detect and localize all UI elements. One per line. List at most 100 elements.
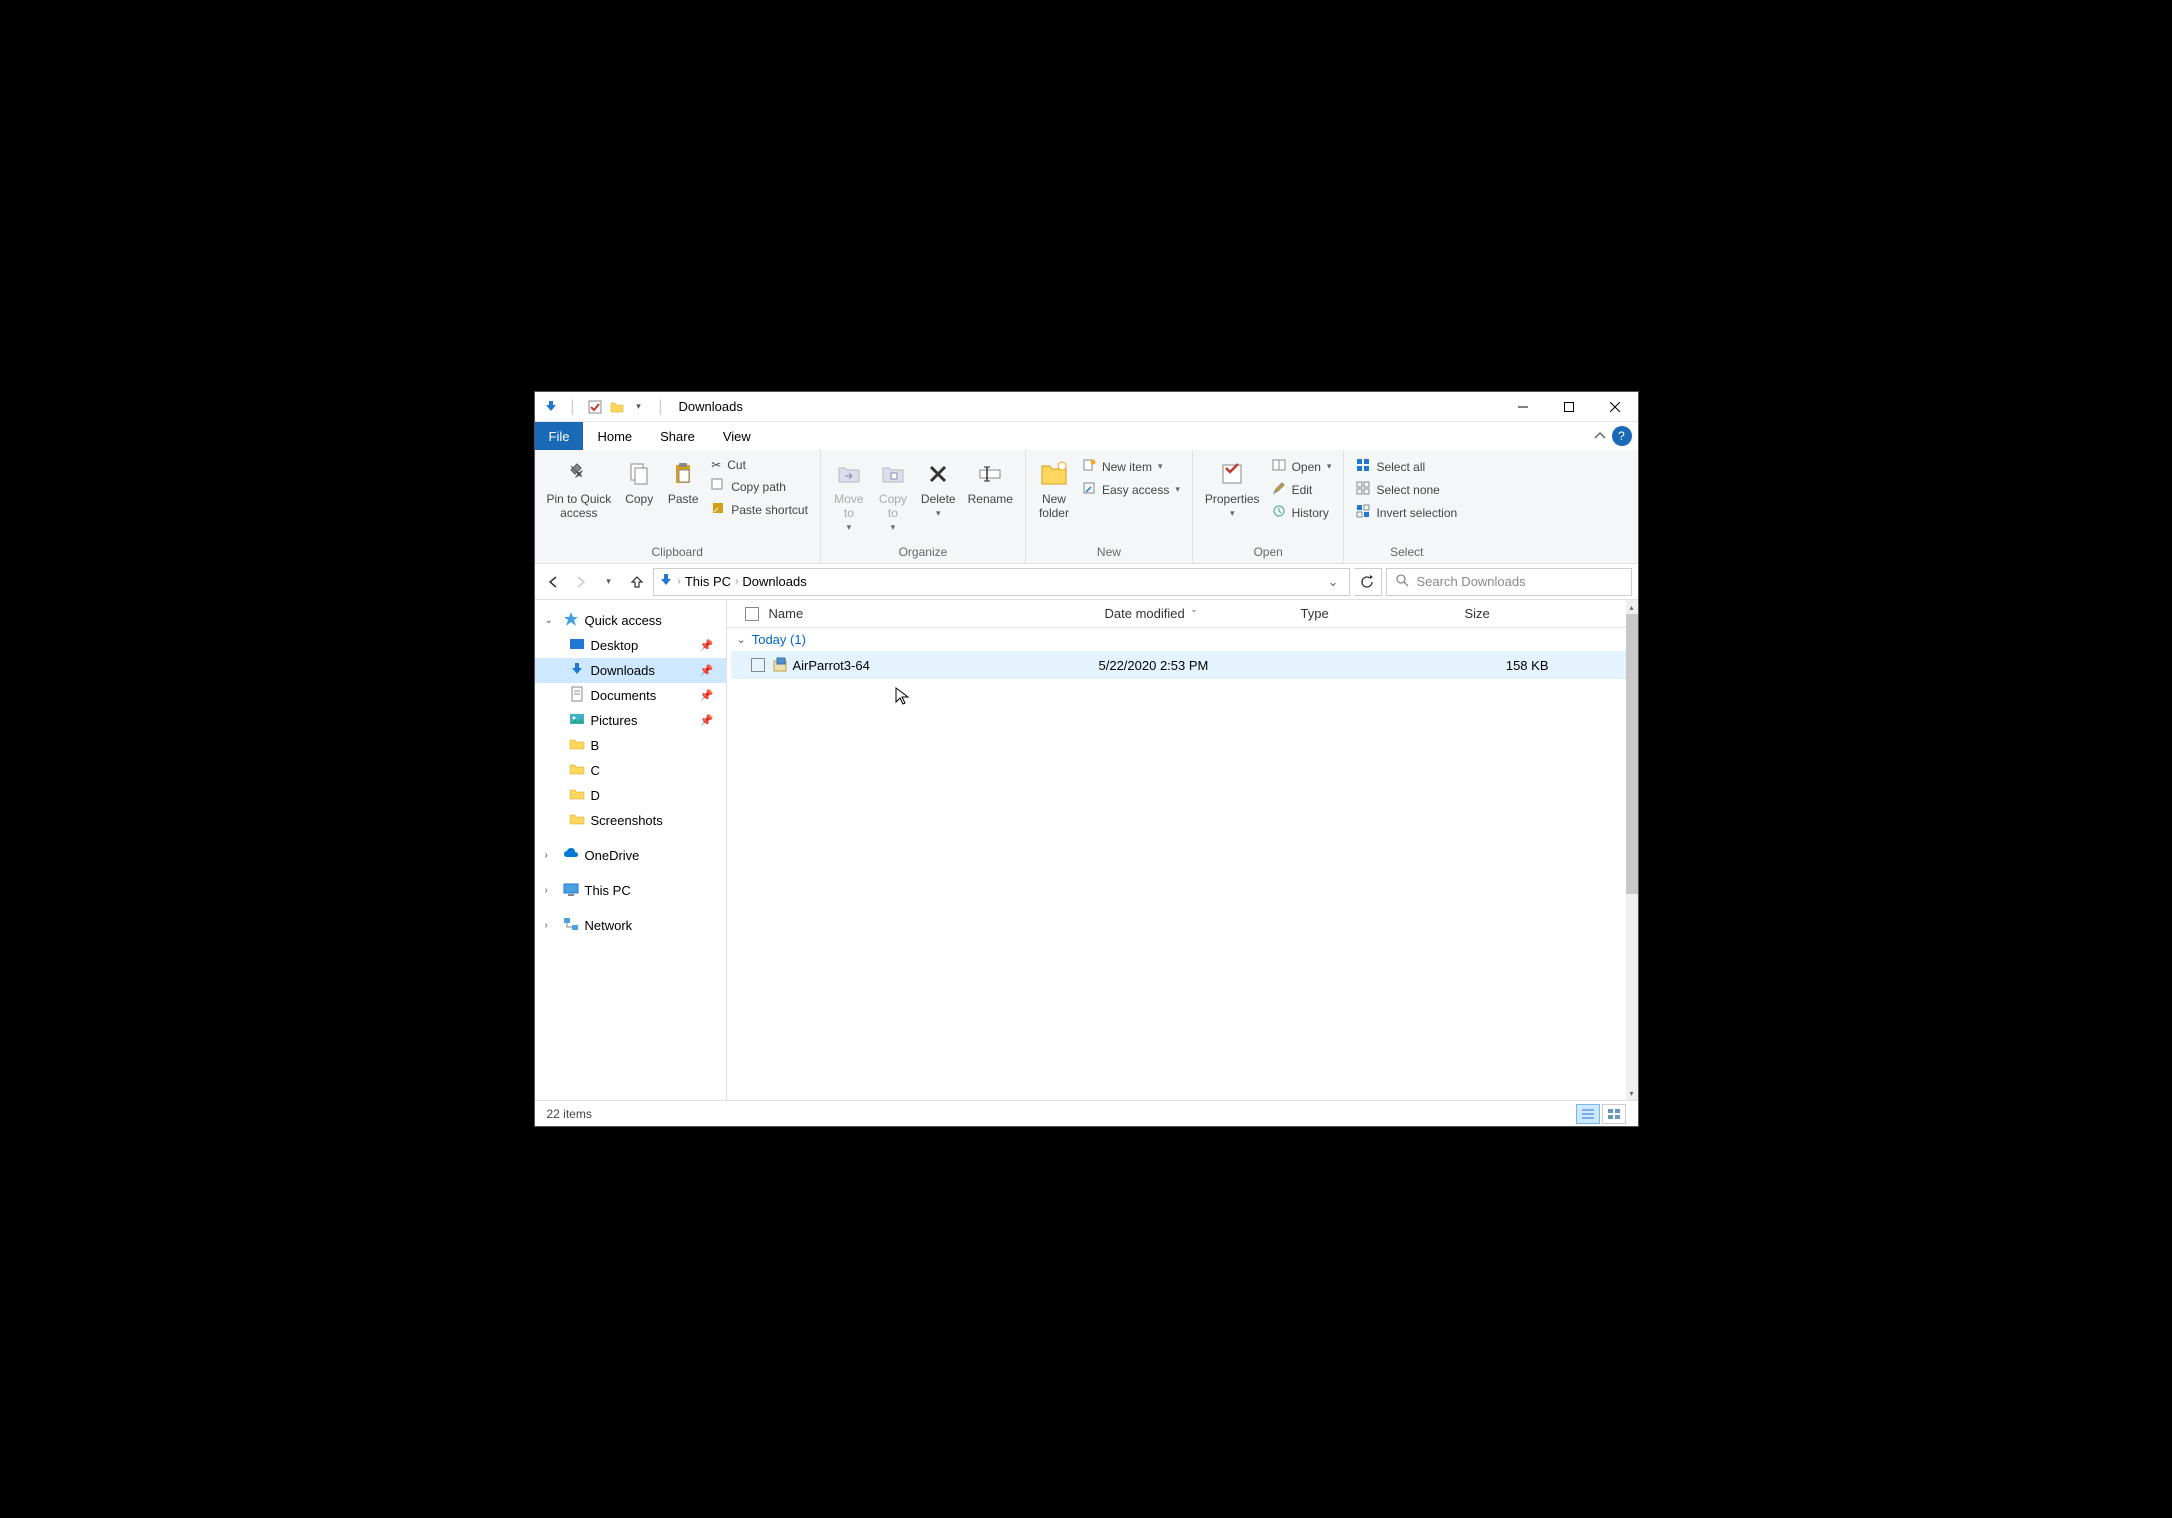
- new-folder-button[interactable]: New folder: [1032, 454, 1076, 524]
- minimize-button[interactable]: [1500, 392, 1546, 422]
- shortcut-icon: [711, 501, 725, 518]
- select-none-button[interactable]: Select none: [1352, 479, 1461, 500]
- chevron-right-icon[interactable]: ›: [545, 920, 557, 931]
- ribbon: Pin to Quick access Copy Paste ✂Cut Copy…: [535, 450, 1638, 564]
- down-arrow-icon[interactable]: [543, 399, 559, 415]
- copy-to-button[interactable]: Copy to▾: [871, 454, 915, 537]
- sidebar-item-quick-access[interactable]: ⌄ Quick access: [535, 608, 726, 633]
- back-button[interactable]: [541, 570, 565, 594]
- column-header-name[interactable]: Name: [727, 606, 1097, 621]
- scroll-down-icon[interactable]: ▾: [1626, 1086, 1638, 1100]
- tab-file[interactable]: File: [535, 422, 584, 450]
- breadcrumb-dropdown[interactable]: ⌄: [1322, 574, 1345, 590]
- pin-to-quick-access-button[interactable]: Pin to Quick access: [541, 454, 618, 524]
- tab-view[interactable]: View: [709, 422, 765, 450]
- sidebar-item-downloads[interactable]: Downloads📌: [535, 658, 726, 683]
- file-row[interactable]: AirParrot3-64 5/22/2020 2:53 PM 158 KB: [731, 651, 1630, 679]
- pin-icon: 📌: [700, 639, 720, 652]
- folder-icon[interactable]: [609, 399, 625, 415]
- qat-separator: |: [653, 399, 669, 415]
- delete-button[interactable]: Delete▾: [915, 454, 962, 523]
- sidebar-item-documents[interactable]: Documents📌: [535, 683, 726, 708]
- navigation-pane[interactable]: ⌄ Quick access Desktop📌 Downloads📌 Docum…: [535, 600, 727, 1100]
- sidebar-item-screenshots[interactable]: Screenshots: [535, 808, 726, 833]
- edit-button[interactable]: Edit: [1268, 479, 1336, 500]
- open-button[interactable]: Open ▾: [1268, 456, 1336, 477]
- pin-label: Pin to Quick access: [547, 492, 612, 520]
- qat-dropdown-icon[interactable]: ▾: [631, 399, 647, 415]
- chevron-right-icon[interactable]: ›: [678, 576, 681, 587]
- copy-path-button[interactable]: Copy path: [707, 476, 812, 497]
- chevron-right-icon[interactable]: ›: [735, 576, 738, 587]
- history-button[interactable]: History: [1268, 502, 1336, 523]
- organize-group-label: Organize: [821, 545, 1025, 563]
- edit-icon: [1272, 481, 1286, 498]
- ribbon-group-select: Select all Select none Invert selection …: [1344, 450, 1469, 563]
- properties-button[interactable]: Properties▾: [1199, 454, 1266, 523]
- sidebar-item-pictures[interactable]: Pictures📌: [535, 708, 726, 733]
- paste-button[interactable]: Paste: [661, 454, 705, 510]
- file-list-pane: Name ⌄ Date modified Type Size ⌄ Today (…: [727, 600, 1638, 1100]
- scissors-icon: ✂: [711, 458, 721, 472]
- column-header-type[interactable]: Type: [1293, 606, 1457, 621]
- chevron-right-icon[interactable]: ›: [545, 850, 557, 861]
- address-bar: ▾ › This PC › Downloads ⌄ Search Downloa…: [535, 564, 1638, 600]
- network-icon: [563, 916, 579, 935]
- tab-home[interactable]: Home: [583, 422, 646, 450]
- sidebar-item-c[interactable]: C: [535, 758, 726, 783]
- file-checkbox[interactable]: [751, 658, 765, 672]
- help-icon[interactable]: ?: [1612, 426, 1632, 446]
- collapse-ribbon-icon[interactable]: [1588, 422, 1612, 450]
- chevron-right-icon[interactable]: ›: [545, 885, 557, 896]
- status-item-count: 22 items: [547, 1107, 592, 1121]
- select-all-checkbox[interactable]: [745, 607, 759, 621]
- easy-access-button[interactable]: Easy access ▾: [1078, 479, 1184, 500]
- close-button[interactable]: [1592, 392, 1638, 422]
- scroll-up-icon[interactable]: ▴: [1626, 600, 1638, 614]
- select-all-button[interactable]: Select all: [1352, 456, 1461, 477]
- installer-icon: [771, 656, 789, 674]
- mouse-cursor: [895, 687, 911, 707]
- rename-button[interactable]: Rename: [962, 454, 1019, 510]
- invert-selection-button[interactable]: Invert selection: [1352, 502, 1461, 523]
- thumbnails-view-button[interactable]: [1602, 1104, 1626, 1124]
- sidebar-item-desktop[interactable]: Desktop📌: [535, 633, 726, 658]
- move-to-button[interactable]: Move to▾: [827, 454, 871, 537]
- paste-shortcut-button[interactable]: Paste shortcut: [707, 499, 812, 520]
- forward-button[interactable]: [569, 570, 593, 594]
- new-item-button[interactable]: New item ▾: [1078, 456, 1184, 477]
- sidebar-item-onedrive[interactable]: › OneDrive: [535, 843, 726, 868]
- column-header-size[interactable]: Size: [1457, 606, 1565, 621]
- search-input[interactable]: Search Downloads: [1386, 568, 1632, 596]
- tab-share[interactable]: Share: [646, 422, 709, 450]
- up-button[interactable]: [625, 570, 649, 594]
- scrollbar-thumb[interactable]: [1626, 614, 1638, 894]
- group-header-today[interactable]: ⌄ Today (1): [727, 628, 1638, 651]
- maximize-button[interactable]: [1546, 392, 1592, 422]
- details-view-button[interactable]: [1576, 1104, 1600, 1124]
- recent-dropdown[interactable]: ▾: [597, 570, 621, 594]
- document-icon: [569, 686, 585, 705]
- folder-icon: [569, 811, 585, 830]
- sidebar-item-network[interactable]: › Network: [535, 913, 726, 938]
- downloads-arrow-icon: [658, 572, 674, 591]
- ribbon-group-clipboard: Pin to Quick access Copy Paste ✂Cut Copy…: [535, 450, 821, 563]
- breadcrumb[interactable]: › This PC › Downloads ⌄: [653, 568, 1350, 596]
- delete-icon: [922, 458, 954, 490]
- vertical-scrollbar[interactable]: ▴ ▾: [1626, 600, 1638, 1100]
- qat-separator: |: [565, 399, 581, 415]
- sidebar-item-b[interactable]: B: [535, 733, 726, 758]
- chevron-down-icon[interactable]: ⌄: [737, 633, 746, 646]
- breadcrumb-downloads[interactable]: Downloads: [742, 574, 806, 589]
- cut-button[interactable]: ✂Cut: [707, 456, 812, 474]
- breadcrumb-this-pc[interactable]: This PC: [685, 574, 731, 589]
- sidebar-item-d[interactable]: D: [535, 783, 726, 808]
- copy-button[interactable]: Copy: [617, 454, 661, 510]
- sidebar-item-this-pc[interactable]: › This PC: [535, 878, 726, 903]
- chevron-down-icon[interactable]: ⌄: [545, 615, 557, 626]
- open-icon: [1272, 458, 1286, 475]
- downloads-icon: [569, 661, 585, 680]
- refresh-button[interactable]: [1354, 568, 1382, 596]
- column-header-date[interactable]: ⌄ Date modified: [1097, 606, 1293, 621]
- properties-check-icon[interactable]: [587, 399, 603, 415]
